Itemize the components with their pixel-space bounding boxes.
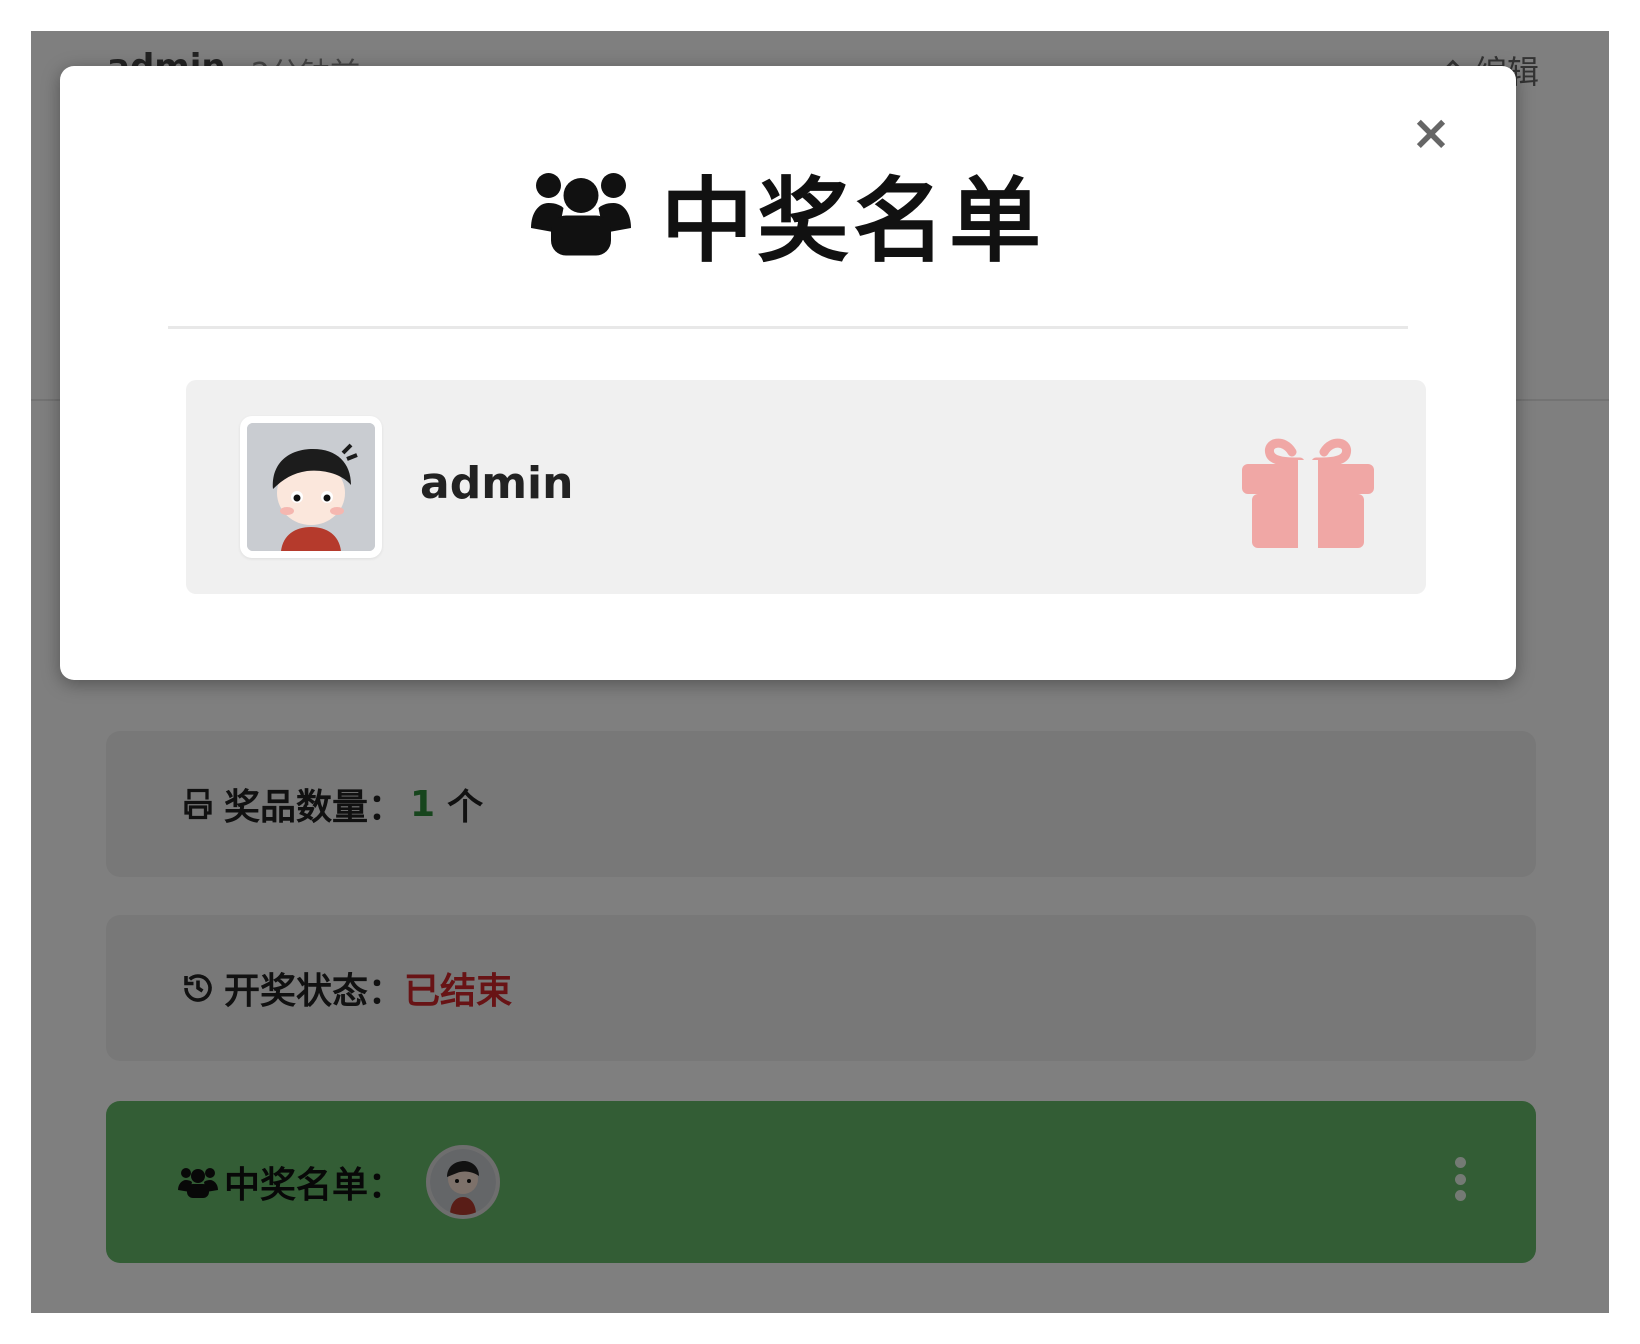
winner-list-item: admin	[186, 380, 1426, 594]
title-divider	[168, 326, 1408, 329]
gift-icon	[1242, 438, 1374, 548]
winner-list-modal: × 中奖名单 admin	[60, 66, 1516, 680]
modal-title-text: 中奖名单	[660, 167, 1045, 275]
avatar[interactable]	[240, 416, 382, 558]
close-icon[interactable]: ×	[1406, 105, 1456, 161]
app-frame: admin 2分钟前 编辑 奖品数量： 1 个 开奖状态： 已结束 中奖名单：	[31, 31, 1609, 1313]
users-icon	[530, 173, 631, 256]
modal-title: 中奖名单	[60, 158, 1516, 275]
winner-name[interactable]: admin	[420, 458, 573, 509]
